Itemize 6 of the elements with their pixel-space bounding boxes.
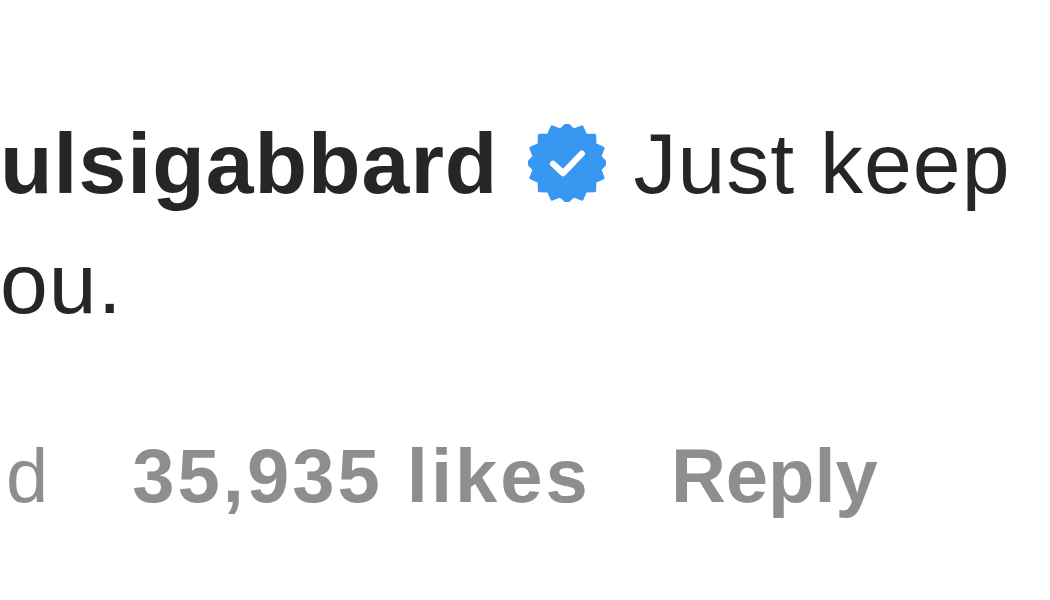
reply-button[interactable]: Reply bbox=[670, 431, 878, 521]
comment-text: Just keep bbox=[633, 114, 1011, 213]
timestamp-text: d bbox=[6, 432, 49, 520]
comment-text: ou. bbox=[0, 234, 123, 333]
likes-count[interactable]: 35,935 likes bbox=[132, 431, 591, 521]
username-link[interactable]: ulsigabbard bbox=[0, 113, 499, 213]
